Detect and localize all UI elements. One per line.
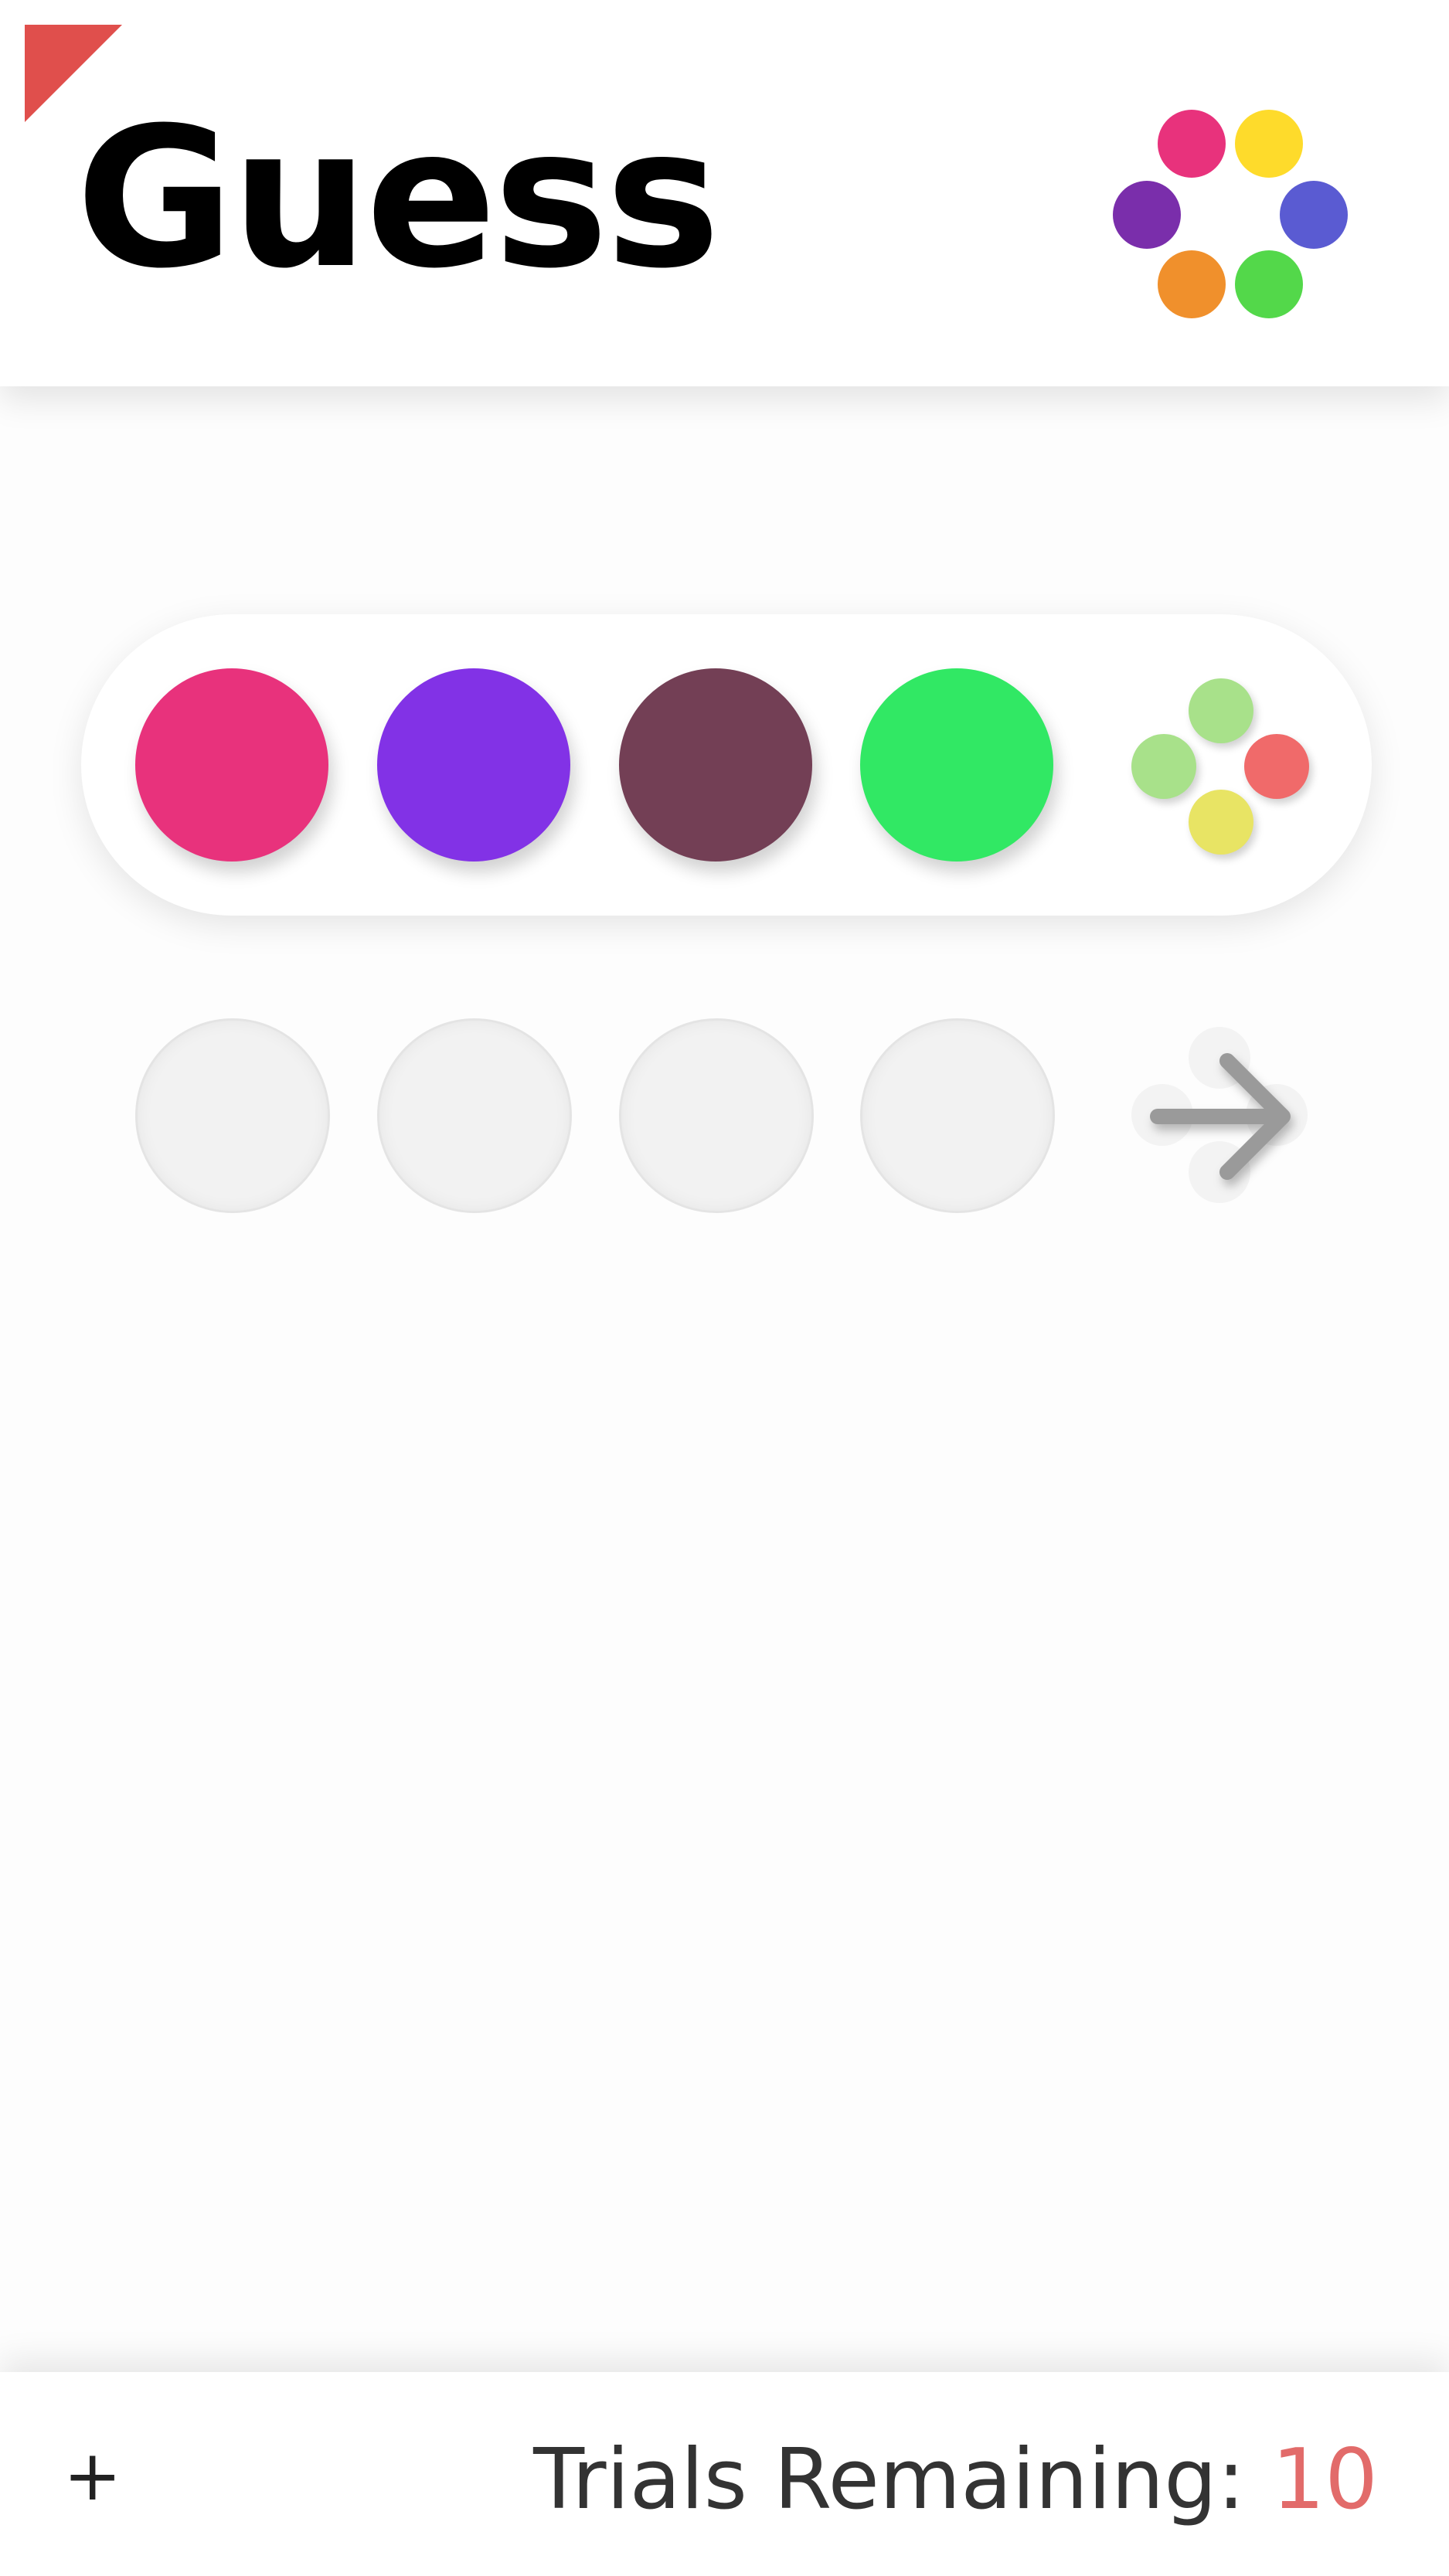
guess-row-1 bbox=[81, 614, 1372, 916]
feedback-dot bbox=[1189, 678, 1253, 743]
trials-label: Trials Remaining: bbox=[533, 2432, 1272, 2528]
logo-dot bbox=[1280, 181, 1348, 249]
page-title: Guess bbox=[76, 86, 720, 311]
feedback-dot bbox=[1131, 734, 1196, 799]
empty-peg-slot[interactable] bbox=[619, 1018, 814, 1213]
logo-dot bbox=[1235, 110, 1303, 178]
guess-peg[interactable] bbox=[135, 668, 328, 861]
header: Guess bbox=[0, 0, 1449, 386]
logo-dot bbox=[1158, 110, 1226, 178]
guess-peg[interactable] bbox=[377, 668, 570, 861]
empty-peg-slot[interactable] bbox=[135, 1018, 330, 1213]
logo-dot bbox=[1158, 250, 1226, 318]
empty-peg-slot[interactable] bbox=[860, 1018, 1055, 1213]
trials-count: 10 bbox=[1271, 2432, 1378, 2528]
feedback-dot bbox=[1244, 734, 1309, 799]
arrow-right-icon bbox=[1150, 1053, 1291, 1180]
logo-dot bbox=[1113, 181, 1181, 249]
feedback-dot bbox=[1189, 790, 1253, 855]
add-button[interactable]: + bbox=[63, 2434, 121, 2519]
guess-peg[interactable] bbox=[860, 668, 1053, 861]
palette-logo-icon bbox=[1105, 100, 1360, 325]
submit-guess-button[interactable] bbox=[1128, 1024, 1314, 1209]
trials-remaining: Trials Remaining: 10 bbox=[533, 2434, 1378, 2527]
logo-dot bbox=[1235, 250, 1303, 318]
empty-peg-slot[interactable] bbox=[377, 1018, 572, 1213]
guess-peg[interactable] bbox=[619, 668, 812, 861]
